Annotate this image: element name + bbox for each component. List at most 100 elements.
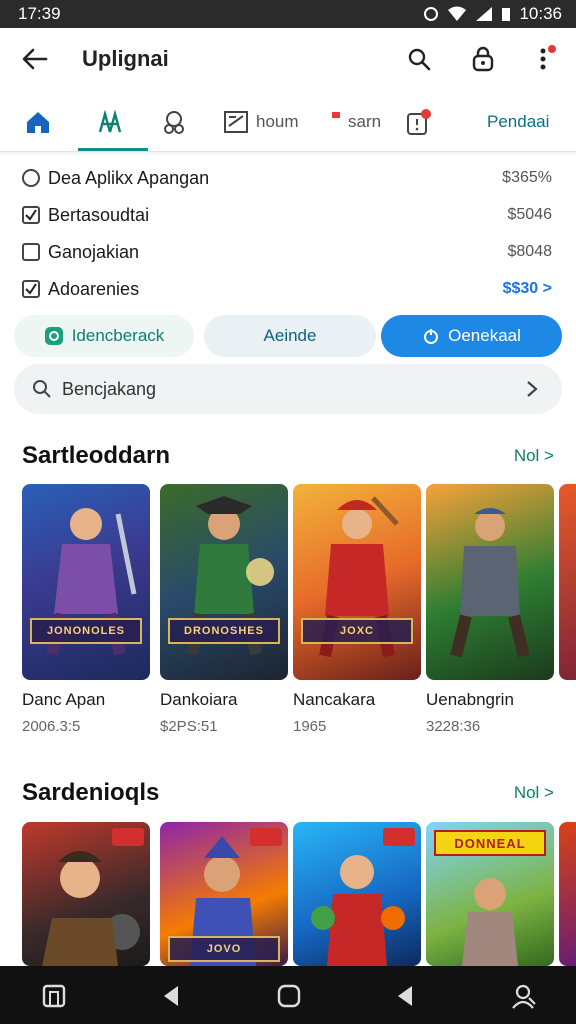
option-label: Bertasoudtai (48, 204, 150, 225)
tab-pendaai[interactable]: Pendaai (487, 92, 549, 152)
section-title: Sardenioqls (22, 779, 160, 806)
back-arrow-icon[interactable] (20, 44, 50, 74)
list-item[interactable]: Adoarenies $$30 > (0, 271, 576, 307)
radio-button[interactable] (22, 169, 40, 187)
tab-pendaai-label: Pendaai (487, 112, 550, 131)
tab-apps[interactable] (96, 92, 130, 152)
chip-oenekaal[interactable]: Oenekaal (381, 315, 562, 357)
game-art (559, 484, 576, 680)
hero-figure (450, 508, 530, 658)
section-more-link[interactable]: Nol > (514, 446, 554, 466)
game-card[interactable] (559, 822, 576, 966)
option-value-link[interactable]: $$30 > (503, 280, 552, 298)
option-label: Adoarenies (48, 278, 140, 299)
game-card[interactable]: Na 5 (559, 484, 576, 680)
game-art (22, 822, 150, 966)
tab-houm-label: houm (256, 112, 299, 131)
hero-figure (186, 496, 274, 656)
option-value: $365% (502, 169, 552, 186)
lock-icon[interactable] (468, 44, 498, 74)
game-card[interactable]: JOXC Nancakara 1965 (293, 484, 421, 735)
game-card[interactable]: DRONOSHES Dankoiara $2PS:51 (160, 484, 288, 735)
game-card[interactable]: JONONOLES Danc Apan 2006.3:5 (22, 484, 150, 735)
back-icon[interactable] (158, 982, 186, 1010)
checkbox[interactable] (22, 243, 40, 261)
game-card[interactable]: Uenabngrin 3228:36 (426, 484, 554, 735)
filter-chips: Idencberack Aeinde Oenekaal (14, 315, 562, 357)
status-time: 17:39 (18, 4, 61, 23)
game-title-banner: DRONOSHES (168, 618, 280, 644)
game-art (559, 822, 576, 966)
checkbox-checked[interactable] (22, 206, 40, 224)
section-title: Sartleoddarn (22, 442, 171, 469)
status-clock-right: 10:36 (519, 4, 562, 23)
game-card[interactable] (293, 822, 421, 966)
power-icon (424, 329, 439, 344)
game-art: JOXC (293, 484, 421, 680)
apps-icon (98, 109, 122, 133)
tab-houm[interactable]: houm (222, 92, 299, 152)
game-art (426, 484, 554, 680)
game-name: Danc Apan (22, 690, 106, 709)
status-icons: 10:36 (423, 4, 562, 24)
chip-aeinde[interactable]: Aeinde (204, 315, 376, 357)
more-options-icon[interactable] (530, 44, 560, 74)
game-art (293, 822, 421, 966)
system-nav-bar (0, 966, 576, 1024)
tab-active-indicator (78, 148, 148, 151)
search-icon[interactable] (404, 44, 434, 74)
gamepad-icon (164, 111, 184, 134)
search-icon (33, 380, 51, 398)
section-more-link[interactable]: Nol > (514, 783, 554, 803)
sync-icon (424, 7, 439, 21)
game-art: DRONOSHES (160, 484, 288, 680)
game-title-banner: DONNEAL (434, 830, 546, 856)
game-card[interactable] (22, 822, 150, 966)
chevron-right-icon[interactable] (526, 380, 538, 398)
app-bar: Uplignai (0, 28, 576, 92)
chip-label: Aeinde (263, 326, 317, 345)
option-label: Dea Aplikx Apangan (48, 167, 210, 188)
game-price: 3228:36 (426, 718, 481, 735)
game-price: 2006.3:5 (22, 718, 81, 735)
option-value: $5046 (507, 206, 553, 223)
game-tag (112, 828, 144, 846)
account-icon[interactable] (510, 982, 538, 1010)
game-title-banner: JOVO (168, 936, 280, 962)
back-icon[interactable] (392, 982, 420, 1010)
game-tag (250, 828, 282, 846)
status-bar: 17:39 10:36 (0, 0, 576, 28)
game-title-banner: JONONOLES (30, 618, 142, 644)
badge-icon (332, 112, 340, 118)
game-art: JONONOLES (22, 484, 150, 680)
game-tag (383, 828, 415, 846)
notification-icon (407, 109, 431, 135)
check-icon (25, 283, 37, 295)
tab-home[interactable] (24, 92, 58, 152)
image-frame-icon (224, 111, 248, 133)
list-item[interactable]: Bertasoudtai $5046 (0, 197, 576, 233)
checkbox-checked[interactable] (22, 280, 40, 298)
list-item[interactable]: Dea Aplikx Apangan $365% (0, 160, 576, 196)
search-input[interactable]: Bencjakang (14, 364, 562, 414)
game-price: $2PS:51 (160, 718, 218, 735)
tab-games[interactable] (160, 92, 194, 152)
chip-label: Idencberack (71, 326, 165, 345)
recents-icon[interactable] (40, 982, 68, 1010)
home-button-icon[interactable] (275, 982, 303, 1010)
tab-sarn[interactable]: sarn (330, 92, 381, 152)
game-card[interactable]: DONNEAL (426, 822, 554, 966)
game-price: 1965 (293, 718, 327, 735)
signal-icon (476, 7, 493, 21)
game-card[interactable]: JOVO (160, 822, 288, 966)
option-value: $8048 (507, 243, 553, 260)
check-icon (25, 209, 37, 221)
option-label: Ganojakian (48, 241, 140, 262)
chip-idencberack[interactable]: Idencberack (14, 315, 194, 357)
game-art: DONNEAL (426, 822, 554, 966)
tab-notifications[interactable] (404, 92, 438, 152)
list-item[interactable]: Ganojakian $8048 (0, 234, 576, 270)
page-title: Uplignai (82, 46, 169, 71)
home-icon (27, 112, 49, 133)
game-name: Uenabngrin (426, 690, 514, 709)
